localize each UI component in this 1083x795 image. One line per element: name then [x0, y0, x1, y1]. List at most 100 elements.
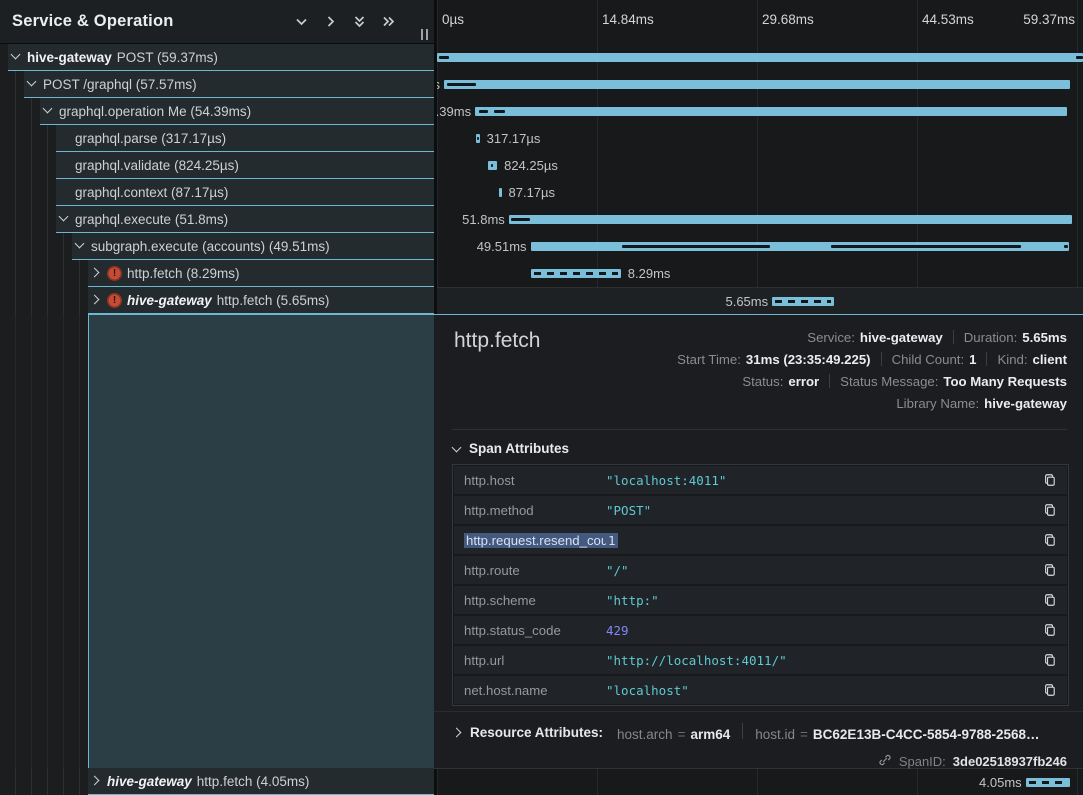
copy-icon[interactable] [1033, 563, 1067, 577]
copy-icon[interactable] [1033, 653, 1067, 667]
expand-chevron-icon[interactable] [58, 213, 70, 225]
span-tree-row[interactable]: ! hive-gateway http.fetch (4.05ms) [0, 768, 434, 795]
expand-chevron-icon[interactable] [10, 51, 22, 63]
expand-chevron-icon[interactable] [42, 105, 54, 117]
meta-value: Too Many Requests [943, 374, 1067, 389]
span-label: http.fetch (5.65ms) [217, 293, 330, 308]
panel-title: Service & Operation [12, 12, 174, 31]
timeline-row[interactable]: 54.39ms [437, 98, 1083, 125]
timeline-row[interactable]: 824.25µs [437, 152, 1083, 179]
timeline-row[interactable]: 317.17µs [437, 125, 1083, 152]
span-duration-bar[interactable] [1026, 778, 1070, 787]
span-tree-row[interactable]: ! hive-gateway POST (59.37ms) [0, 44, 434, 71]
attribute-value: "http://localhost:4011/" [606, 653, 1033, 668]
span-duration-bar[interactable] [437, 53, 1083, 62]
meta-line: Status:errorStatus Message:Too Many Requ… [677, 370, 1067, 392]
copy-icon[interactable] [1033, 683, 1067, 697]
resource-key: host.arch [617, 727, 673, 742]
span-tree-row[interactable]: ! graphql.operation Me (54.39ms) [0, 98, 434, 125]
span-duration-bar[interactable] [499, 188, 502, 197]
child-span-mark [1064, 245, 1068, 248]
link-icon[interactable] [878, 753, 892, 770]
span-duration-bar[interactable] [475, 107, 1067, 116]
expand-chevron-icon[interactable] [90, 294, 102, 306]
attribute-row[interactable]: http.request.resend_count 1 [454, 526, 1067, 554]
span-service-name: hive-gateway [27, 50, 112, 65]
expand-chevron-icon[interactable] [74, 240, 86, 252]
attribute-value: "localhost" [606, 683, 1033, 698]
copy-icon[interactable] [1033, 503, 1067, 517]
attribute-row[interactable]: http.method "POST" [454, 496, 1067, 524]
attribute-key: http.url [454, 653, 606, 668]
attribute-row[interactable]: http.scheme "http:" [454, 586, 1067, 614]
timeline-row[interactable]: 59.37ms [437, 44, 1083, 71]
timeline-row[interactable]: 49.51ms [437, 233, 1083, 260]
span-label: http.fetch (4.05ms) [197, 774, 310, 789]
span-duration-label: 54.39ms [437, 98, 471, 125]
span-tree-row[interactable]: ! graphql.validate (824.25µs) [0, 152, 434, 179]
equals-sign: = [800, 727, 808, 742]
span-duration-label: 87.17µs [509, 179, 556, 206]
meta-line: Start Time:31ms (23:35:49.225)Child Coun… [677, 348, 1067, 370]
child-span-mark [491, 164, 494, 167]
attribute-row[interactable]: http.host "localhost:4011" [454, 466, 1067, 494]
timeline-row[interactable]: 87.17µs [437, 179, 1083, 206]
span-tree-row[interactable]: ! graphql.parse (317.17µs) [0, 125, 434, 152]
attribute-row[interactable]: net.host.name "localhost" [454, 676, 1067, 704]
panel-resize-handle[interactable] [421, 29, 428, 40]
span-duration-bar[interactable] [531, 242, 1070, 251]
span-tree-row[interactable]: ! graphql.execute (51.8ms) [0, 206, 434, 233]
indent-guides [0, 152, 56, 179]
collapse-row-chevron-down-icon[interactable] [294, 14, 309, 29]
meta-label: Duration: [964, 330, 1018, 345]
attribute-row[interactable]: http.status_code 429 [454, 616, 1067, 644]
meta-value: 5.65ms [1022, 330, 1067, 345]
copy-icon[interactable] [1033, 623, 1067, 637]
span-tree-row[interactable]: ! http.fetch (8.29ms) [0, 260, 434, 287]
expand-chevron-icon[interactable] [90, 267, 102, 279]
span-duration-bar[interactable] [488, 161, 497, 170]
timeline-row[interactable]: 4.05ms [437, 769, 1083, 795]
span-tree-row[interactable]: ! POST /graphql (57.57ms) [0, 71, 434, 98]
span-tree-row[interactable]: ! hive-gateway http.fetch (5.65ms) [0, 287, 434, 314]
expand-row-chevron-right-icon[interactable] [323, 14, 338, 29]
timeline-row[interactable]: 51.8ms [437, 206, 1083, 233]
expand-all-double-chevron-right-icon[interactable] [381, 14, 396, 29]
error-icon: ! [107, 293, 122, 308]
copy-icon[interactable] [1033, 533, 1067, 547]
copy-icon[interactable] [1033, 473, 1067, 487]
attribute-key: http.method [454, 503, 606, 518]
meta-line: Library Name:hive-gateway [677, 392, 1067, 414]
copy-icon[interactable] [1033, 593, 1067, 607]
span-duration-label: 57.57ms [437, 71, 440, 98]
span-duration-bar[interactable] [531, 269, 621, 278]
span-attributes-toggle[interactable]: Span Attributes [452, 441, 569, 456]
meta-value: 31ms (23:35:49.225) [746, 352, 871, 367]
meta-label: Child Count: [892, 352, 965, 367]
attribute-value: 429 [606, 623, 1033, 638]
expand-chevron-icon[interactable] [90, 775, 102, 787]
attribute-row[interactable]: http.route "/" [454, 556, 1067, 584]
span-attributes-table: http.host "localhost:4011" http.method "… [452, 464, 1069, 706]
timeline-row[interactable]: 5.65ms [437, 287, 1083, 314]
span-label: graphql.validate (824.25µs) [75, 158, 239, 173]
span-tree-row[interactable]: ! subgraph.execute (accounts) (49.51ms) [0, 233, 434, 260]
expand-chevron-icon[interactable] [26, 78, 38, 90]
indent-guides [0, 314, 88, 795]
timeline-row[interactable]: 57.57ms [437, 71, 1083, 98]
span-duration-bar[interactable] [509, 215, 1073, 224]
span-duration-bar[interactable] [476, 134, 479, 143]
resource-attributes-row[interactable]: Resource Attributes: host.arch=arm64host… [434, 711, 1083, 753]
collapse-all-double-chevron-down-icon[interactable] [352, 14, 367, 29]
child-span-mark [479, 110, 487, 113]
span-meta: Service:hive-gatewayDuration:5.65msStart… [677, 326, 1067, 414]
indent-guides [0, 44, 8, 71]
span-duration-bar[interactable] [772, 297, 833, 306]
attribute-row[interactable]: http.url "http://localhost:4011/" [454, 646, 1067, 674]
child-span-mark [511, 218, 530, 221]
span-duration-bar[interactable] [444, 80, 1070, 89]
indent-guides [0, 179, 56, 206]
timeline-row[interactable]: 8.29ms [437, 260, 1083, 287]
meta-value: 1 [969, 352, 976, 367]
span-tree-row[interactable]: ! graphql.context (87.17µs) [0, 179, 434, 206]
